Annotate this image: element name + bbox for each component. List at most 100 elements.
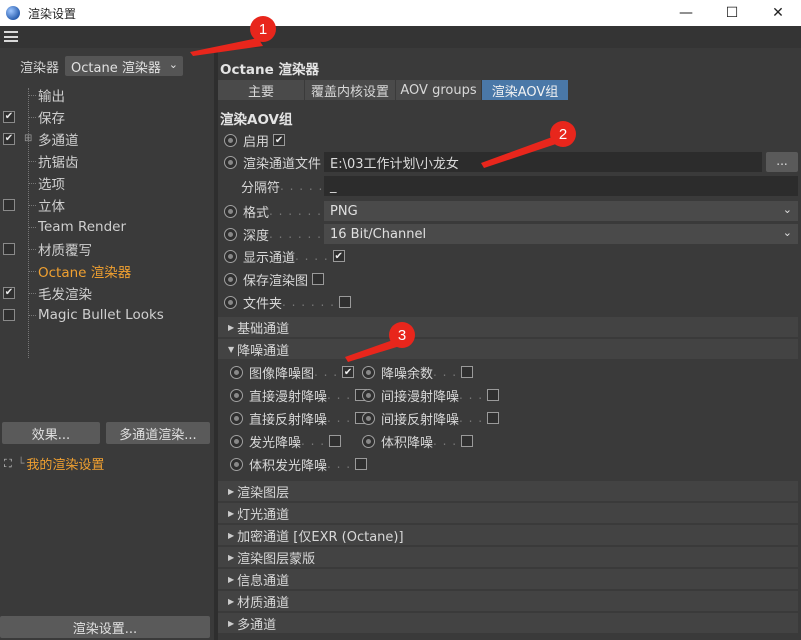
tree-item[interactable]: 抗锯齿 [0, 150, 214, 172]
save-render-row: 保存渲染图 [218, 269, 325, 289]
renderer-dropdown[interactable]: Octane 渲染器 ⌄ [65, 56, 184, 76]
tree-item[interactable]: 输出 [0, 84, 214, 106]
file-row: 渲染通道文件 [218, 152, 321, 172]
tree-item-checkbox[interactable]: ✔ [3, 111, 15, 123]
tree-item-label: Octane 渲染器 [38, 265, 132, 281]
menu-strip [0, 26, 801, 48]
collapsed-group[interactable]: ▶ 渲染图层 [218, 481, 798, 501]
render-settings-button[interactable]: 渲染设置... [0, 616, 210, 638]
show-channel-row: 显示通道 . . . . ✔ [218, 246, 345, 266]
format-dropdown[interactable]: PNG ⌄ [324, 201, 798, 221]
collapsed-group[interactable]: ▶ 信息通道 [218, 569, 798, 589]
tree-connector [28, 315, 36, 316]
tree-item[interactable]: ✔ ⊞ 多通道 [0, 128, 214, 150]
denoise-option-checkbox[interactable] [461, 366, 474, 378]
denoise-option-checkbox[interactable] [329, 435, 342, 447]
animate-radio-icon[interactable] [230, 411, 243, 425]
tree-item-checkbox[interactable]: ✔ [3, 287, 15, 299]
collapsed-group[interactable]: ▶ 加密通道 [仅EXR (Octane)] [218, 525, 798, 545]
animate-radio-icon[interactable] [230, 388, 243, 402]
animate-radio-icon[interactable] [224, 249, 237, 263]
maximize-button[interactable]: ☐ [709, 0, 755, 26]
browse-button[interactable]: ... [766, 152, 798, 172]
tab-main[interactable]: 主要 [218, 80, 304, 100]
save-render-checkbox[interactable] [312, 273, 325, 285]
folder-checkbox[interactable] [338, 296, 351, 308]
group-denoise-channels[interactable]: ▼ 降噪通道 [218, 339, 798, 359]
dot-leader: . . . [327, 457, 352, 471]
denoise-option-checkbox[interactable] [461, 435, 474, 447]
tab-aov-groups[interactable]: AOV groups [396, 80, 481, 100]
group-basic-channels[interactable]: ▶ 基础通道 [218, 317, 798, 337]
file-path-input[interactable]: E:\03工作计划\小龙女 [324, 152, 762, 172]
denoise-option-label: 间接漫射降噪 [381, 389, 460, 405]
collapsed-group[interactable]: ▶ 灯光通道 [218, 503, 798, 523]
animate-radio-icon[interactable] [224, 295, 237, 309]
group-label: 基础通道 [237, 321, 290, 337]
animate-radio-icon[interactable] [224, 272, 237, 286]
animate-radio-icon[interactable] [230, 434, 243, 448]
triangle-right-icon: ▶ [228, 322, 235, 332]
denoise-option-checkbox[interactable] [487, 389, 500, 401]
tree-item-checkbox[interactable] [3, 199, 15, 211]
denoise-option-checkbox[interactable]: ✔ [342, 366, 355, 378]
chevron-down-icon: ⌄ [782, 203, 792, 216]
tree-item-checkbox[interactable] [3, 243, 15, 255]
tree-item[interactable]: Team Render [0, 216, 214, 238]
group-label: 多通道 [237, 617, 277, 633]
animate-radio-icon[interactable] [224, 227, 237, 241]
tree-item[interactable]: ✔ 毛发渲染 [0, 282, 214, 304]
denoise-option: 图像降噪图 . . . ✔ [224, 362, 355, 382]
animate-radio-icon[interactable] [224, 133, 237, 147]
preset-expander-icon: ⛶ [4, 456, 12, 470]
tab-render-aov-group[interactable]: 渲染AOV组 [482, 80, 568, 100]
animate-radio-icon[interactable] [362, 434, 375, 448]
dot-leader: . . . [301, 434, 326, 448]
separator-input[interactable]: _ [324, 176, 798, 196]
renderer-label: 渲染器 [20, 60, 60, 76]
enable-checkbox[interactable]: ✔ [273, 134, 286, 146]
minimize-button[interactable]: — [663, 0, 709, 26]
tree-item[interactable]: Octane 渲染器 [0, 260, 214, 282]
animate-radio-icon[interactable] [224, 204, 237, 218]
animate-radio-icon[interactable] [362, 411, 375, 425]
show-channel-label: 显示通道 [243, 250, 296, 266]
multipass-render-button[interactable]: 多通道渲染... [106, 422, 210, 444]
effects-button[interactable]: 效果... [2, 422, 100, 444]
expand-icon[interactable]: ⊞ [24, 133, 32, 144]
preset-label: 我的渲染设置 [26, 458, 105, 473]
tab-override-kernel[interactable]: 覆盖内核设置 [305, 80, 395, 100]
collapsed-group[interactable]: ▶ 材质通道 [218, 591, 798, 611]
dot-leader: . . . [459, 411, 484, 425]
tree-item[interactable]: ✔ 保存 [0, 106, 214, 128]
tree-item[interactable]: 立体 [0, 194, 214, 216]
show-channel-checkbox[interactable]: ✔ [332, 250, 345, 262]
tree-item[interactable]: 材质覆写 [0, 238, 214, 260]
tree-item-label: 毛发渲染 [38, 287, 92, 303]
tree-item[interactable]: Magic Bullet Looks [0, 304, 214, 326]
depth-dropdown[interactable]: 16 Bit/Channel ⌄ [324, 224, 798, 244]
collapsed-group[interactable]: ▶ 多通道 [218, 613, 798, 633]
separator-label: 分隔符 [241, 180, 281, 196]
annotation-badge-3: 3 [389, 322, 415, 348]
tree-item-checkbox[interactable]: ✔ [3, 133, 15, 145]
animate-radio-icon[interactable] [224, 155, 237, 169]
close-button[interactable]: ✕ [755, 0, 801, 26]
denoise-option: 间接漫射降噪 . . . [356, 385, 500, 405]
animate-radio-icon[interactable] [230, 365, 243, 379]
dot-leader: . . . [433, 365, 458, 379]
animate-radio-icon[interactable] [362, 388, 375, 402]
tree-item-checkbox[interactable] [3, 309, 15, 321]
animate-radio-icon[interactable] [362, 365, 375, 379]
animate-radio-icon[interactable] [230, 457, 243, 471]
denoise-option-checkbox[interactable] [487, 412, 500, 424]
triangle-right-icon: ▶ [228, 508, 235, 518]
hamburger-menu-icon[interactable] [4, 31, 18, 42]
preset-item[interactable]: ⛶ └ 我的渲染设置 [4, 454, 105, 474]
depth-value: 16 Bit/Channel [330, 226, 427, 242]
denoise-option-checkbox[interactable] [355, 458, 368, 470]
format-value: PNG [330, 203, 358, 219]
tree-item[interactable]: 选项 [0, 172, 214, 194]
tree-item-label: 选项 [38, 177, 65, 193]
collapsed-group[interactable]: ▶ 渲染图层蒙版 [218, 547, 798, 567]
